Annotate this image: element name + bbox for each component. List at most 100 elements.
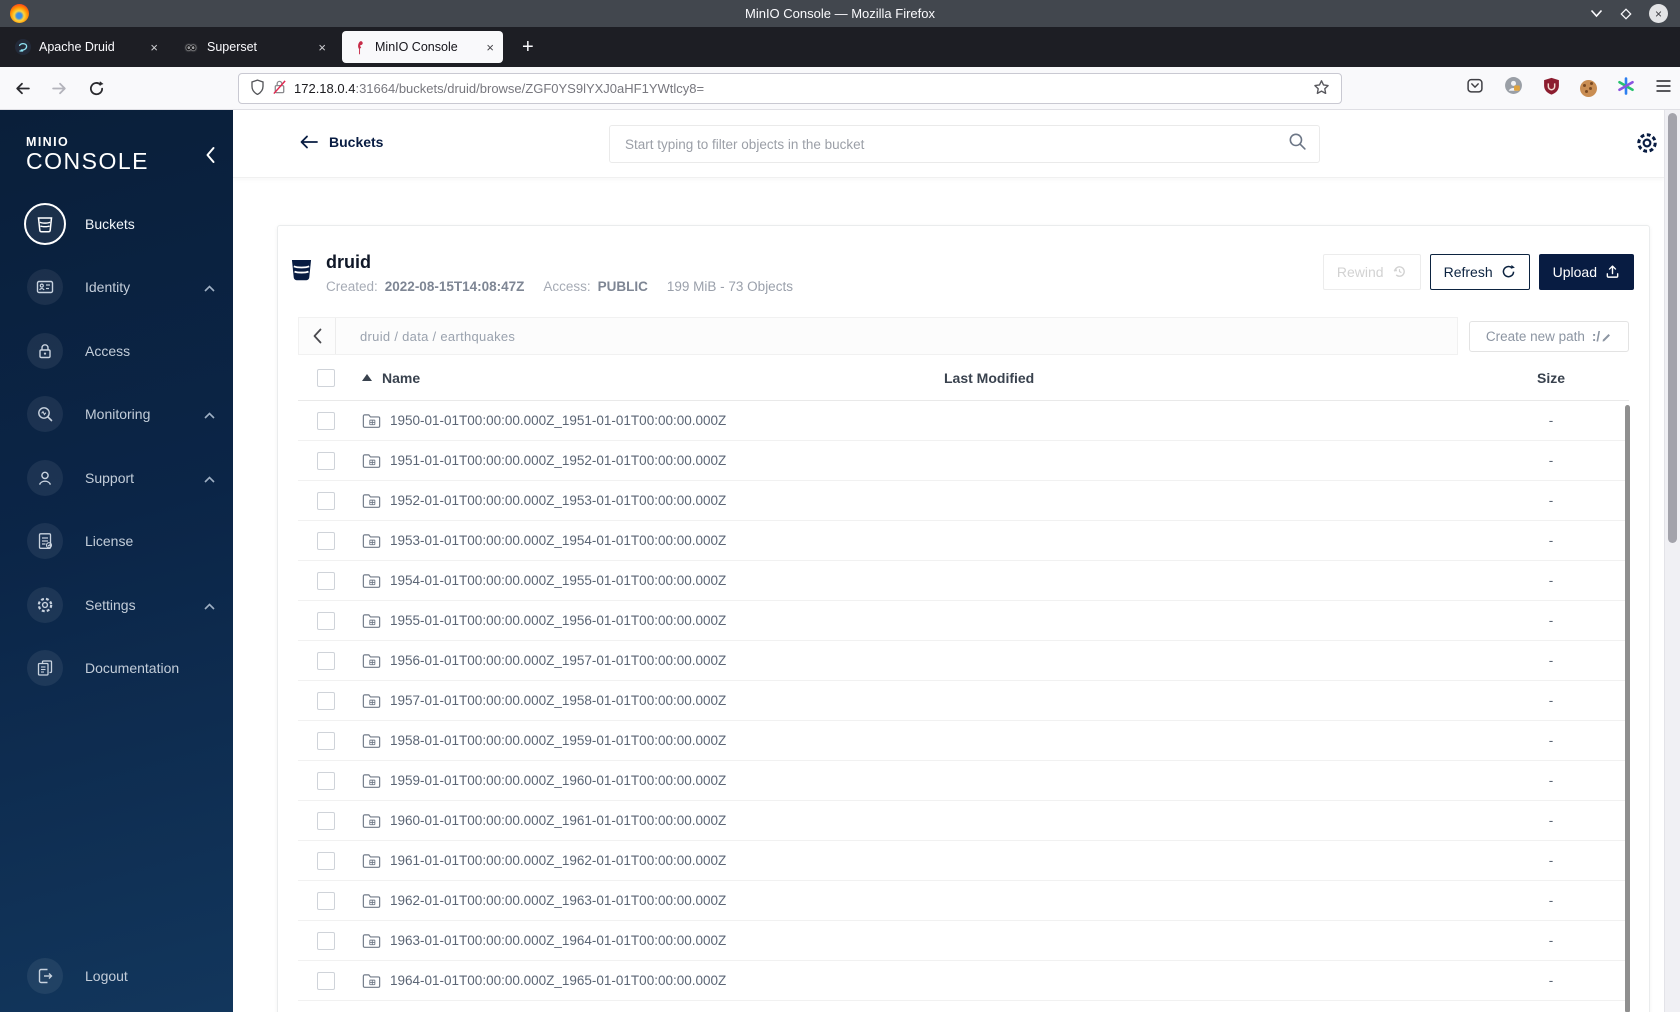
search-input[interactable] xyxy=(625,136,1288,152)
privacy-extension-icon[interactable] xyxy=(1504,76,1523,100)
column-header-last-modified[interactable]: Last Modified xyxy=(944,370,1479,386)
object-row[interactable]: 1956-01-01T00:00:00.000Z_1957-01-01T00:0… xyxy=(298,641,1629,681)
lock-insecure-icon[interactable] xyxy=(272,79,287,98)
back-icon[interactable] xyxy=(7,73,37,103)
breadcrumb[interactable]: druid / data / earthquakes xyxy=(336,329,515,344)
path-back-icon[interactable] xyxy=(299,318,336,354)
url-bar[interactable]: 172.18.0.4:31664/buckets/druid/browse/ZG… xyxy=(238,73,1342,104)
bucket-icon xyxy=(24,202,66,245)
chevron-up-icon[interactable] xyxy=(204,597,215,613)
object-name: 1952-01-01T00:00:00.000Z_1953-01-01T00:0… xyxy=(390,493,727,508)
row-checkbox[interactable] xyxy=(317,491,335,510)
cookie-icon[interactable] xyxy=(1580,79,1597,97)
object-row[interactable]: 1955-01-01T00:00:00.000Z_1956-01-01T00:0… xyxy=(298,601,1629,641)
tab-close-icon[interactable]: × xyxy=(480,40,494,55)
main-content: Buckets druid Created: 2022-08-15T14:08:… xyxy=(233,110,1664,1012)
folder-icon xyxy=(362,414,381,428)
object-row[interactable]: 1951-01-01T00:00:00.000Z_1952-01-01T00:0… xyxy=(298,441,1629,481)
tab-close-icon[interactable]: × xyxy=(312,40,326,55)
forward-icon[interactable] xyxy=(44,73,74,103)
page-scrollbar-thumb[interactable] xyxy=(1668,113,1677,543)
ublock-shield-icon[interactable] xyxy=(1543,77,1560,100)
back-to-buckets-link[interactable]: Buckets xyxy=(300,134,383,150)
sidebar-item-buckets[interactable]: Buckets xyxy=(0,192,233,256)
sidebar-collapse-icon[interactable] xyxy=(204,146,217,169)
object-row[interactable]: 1959-01-01T00:00:00.000Z_1960-01-01T00:0… xyxy=(298,761,1629,801)
sort-ascending-icon xyxy=(362,374,372,381)
window-minimize-icon[interactable] xyxy=(1590,9,1603,18)
window-close-icon[interactable]: × xyxy=(1649,4,1668,23)
object-row[interactable]: 1963-01-01T00:00:00.000Z_1964-01-01T00:0… xyxy=(298,921,1629,961)
object-row[interactable]: 1962-01-01T00:00:00.000Z_1963-01-01T00:0… xyxy=(298,881,1629,921)
sidebar-item-monitoring[interactable]: Monitoring xyxy=(0,383,233,447)
table-scrollbar-thumb[interactable] xyxy=(1625,405,1630,1012)
chevron-up-icon[interactable] xyxy=(204,406,215,422)
object-row[interactable]: 1957-01-01T00:00:00.000Z_1958-01-01T00:0… xyxy=(298,681,1629,721)
object-size: - xyxy=(1548,653,1554,668)
upload-button[interactable]: Upload xyxy=(1538,253,1634,290)
folder-icon xyxy=(362,854,381,868)
refresh-button[interactable]: Refresh xyxy=(1429,253,1530,290)
select-all-checkbox[interactable] xyxy=(317,368,335,387)
tab-apache-druid[interactable]: Apache Druid × xyxy=(6,31,167,63)
row-checkbox[interactable] xyxy=(317,771,335,790)
row-checkbox[interactable] xyxy=(317,531,335,550)
bucket-meta: Created: 2022-08-15T14:08:47Z Access: PU… xyxy=(326,279,793,294)
path-pencil-icon: :/ xyxy=(1592,329,1612,344)
object-row[interactable]: 1954-01-01T00:00:00.000Z_1955-01-01T00:0… xyxy=(298,561,1629,601)
row-checkbox[interactable] xyxy=(317,691,335,710)
minio-sidebar: MINIO CONSOLE Buckets Identity Access Mo… xyxy=(0,110,233,1012)
pocket-icon[interactable] xyxy=(1466,77,1484,99)
object-row[interactable]: 1952-01-01T00:00:00.000Z_1953-01-01T00:0… xyxy=(298,481,1629,521)
object-size: - xyxy=(1548,853,1554,868)
column-header-size[interactable]: Size xyxy=(1479,370,1629,386)
row-checkbox[interactable] xyxy=(317,571,335,590)
window-maximize-icon[interactable] xyxy=(1619,7,1633,21)
object-row[interactable]: 1960-01-01T00:00:00.000Z_1961-01-01T00:0… xyxy=(298,801,1629,841)
menu-hamburger-icon[interactable] xyxy=(1655,79,1672,98)
object-row[interactable]: 1964-01-01T00:00:00.000Z_1965-01-01T00:0… xyxy=(298,961,1629,1001)
settings-gear-icon[interactable] xyxy=(1634,130,1660,161)
chevron-up-icon[interactable] xyxy=(204,279,215,295)
page-scrollbar[interactable] xyxy=(1664,110,1680,1012)
folder-icon xyxy=(362,534,381,548)
folder-icon xyxy=(362,494,381,508)
tab-minio-console[interactable]: MinIO Console × xyxy=(342,31,503,63)
chevron-up-icon[interactable] xyxy=(204,470,215,486)
row-checkbox[interactable] xyxy=(317,971,335,990)
row-checkbox[interactable] xyxy=(317,731,335,750)
bookmark-star-icon[interactable] xyxy=(1313,79,1330,99)
tab-superset[interactable]: ∞ Superset × xyxy=(174,31,335,63)
object-row[interactable]: 1950-01-01T00:00:00.000Z_1951-01-01T00:0… xyxy=(298,401,1629,441)
row-checkbox[interactable] xyxy=(317,931,335,950)
sidebar-item-support[interactable]: Support xyxy=(0,446,233,510)
row-checkbox[interactable] xyxy=(317,451,335,470)
create-new-path-button[interactable]: Create new path :/ xyxy=(1469,320,1629,352)
row-checkbox[interactable] xyxy=(317,891,335,910)
sidebar-item-logout[interactable]: Logout xyxy=(27,958,128,994)
reload-icon[interactable] xyxy=(81,73,111,103)
row-checkbox[interactable] xyxy=(317,651,335,670)
sidebar-item-settings[interactable]: Settings xyxy=(0,573,233,637)
object-row[interactable]: 1965-01-01T00:00:00.000Z_1966-01-01T00:0… xyxy=(298,1001,1629,1012)
sidebar-item-label: License xyxy=(85,533,134,550)
row-checkbox[interactable] xyxy=(317,851,335,870)
folder-icon xyxy=(362,814,381,828)
asterisk-extension-icon[interactable] xyxy=(1617,76,1635,100)
shield-icon[interactable] xyxy=(250,79,265,98)
sidebar-item-license[interactable]: License xyxy=(0,510,233,574)
rewind-button[interactable]: Rewind xyxy=(1322,253,1421,290)
object-row[interactable]: 1958-01-01T00:00:00.000Z_1959-01-01T00:0… xyxy=(298,721,1629,761)
tab-close-icon[interactable]: × xyxy=(144,40,158,55)
sidebar-item-access[interactable]: Access xyxy=(0,319,233,383)
row-checkbox[interactable] xyxy=(317,811,335,830)
sidebar-item-identity[interactable]: Identity xyxy=(0,256,233,320)
column-header-name[interactable]: Name xyxy=(354,370,944,386)
row-checkbox[interactable] xyxy=(317,611,335,630)
sidebar-item-documentation[interactable]: Documentation xyxy=(0,637,233,701)
row-checkbox[interactable] xyxy=(317,411,335,430)
object-row[interactable]: 1953-01-01T00:00:00.000Z_1954-01-01T00:0… xyxy=(298,521,1629,561)
minio-flamingo-favicon xyxy=(351,39,367,55)
object-row[interactable]: 1961-01-01T00:00:00.000Z_1962-01-01T00:0… xyxy=(298,841,1629,881)
new-tab-button[interactable]: + xyxy=(514,36,542,59)
